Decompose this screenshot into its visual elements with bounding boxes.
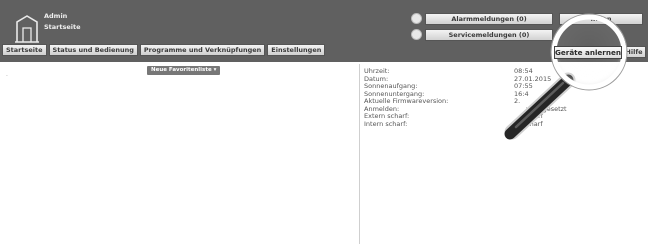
alarm-messages-button[interactable]: Alarmmeldungen (0) xyxy=(425,13,553,25)
info-value: charf xyxy=(526,119,543,128)
alarm-status-dot-icon xyxy=(411,13,422,24)
service-messages-button[interactable]: Servicemeldungen (0) xyxy=(425,29,553,41)
nav-startseite[interactable]: Startseite xyxy=(2,44,47,56)
nav-programme-und-verknuepfungen[interactable]: Programme und Verknüpfungen xyxy=(139,44,266,56)
user-name: Admin xyxy=(44,12,68,20)
new-favorites-list-button[interactable]: Neue Favoritenliste ▾ xyxy=(147,66,221,75)
house-logo-icon xyxy=(15,15,39,43)
teach-devices-button[interactable]: Geräte anlernen xyxy=(554,46,622,59)
left-panel-marker: · xyxy=(6,73,8,80)
header-bar: Admin Startseite Startseite Status und B… xyxy=(0,0,648,62)
nav-status-und-bedienung[interactable]: Status und Bedienung xyxy=(48,44,138,56)
current-page-label: Startseite xyxy=(44,23,81,31)
panel-divider xyxy=(359,64,360,244)
dropdown-arrow-icon: ▾ xyxy=(213,67,217,73)
info-label: Intern scharf: xyxy=(364,119,408,128)
nav-einstellungen[interactable]: Einstellungen xyxy=(267,44,326,56)
main-navigation: Startseite Status und Bedienung Programm… xyxy=(2,44,326,58)
help-button[interactable]: Hilfe xyxy=(622,46,646,58)
new-favorites-list-label: Neue Favoritenliste xyxy=(151,67,212,73)
info-value: 2. xyxy=(514,97,521,105)
logout-button[interactable]: ...den xyxy=(559,13,643,25)
service-status-dot-icon xyxy=(411,29,422,40)
